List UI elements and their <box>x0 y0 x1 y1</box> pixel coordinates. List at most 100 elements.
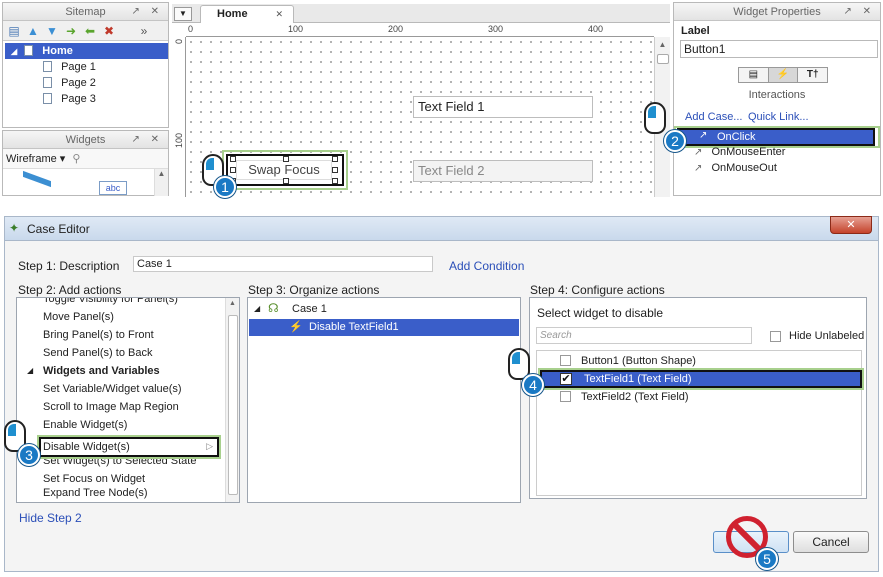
description-input[interactable]: Case 1 <box>133 256 433 272</box>
sitemap-home-label: Home <box>42 45 73 57</box>
callout-2: 2 <box>634 96 690 156</box>
callout-badge-2: 2 <box>664 130 686 152</box>
tab-dropdown-button[interactable]: ▼ <box>174 7 192 21</box>
outdent-icon[interactable]: ⬅ <box>83 24 97 38</box>
action-item[interactable]: Send Panel(s) to Back <box>43 347 152 359</box>
event-onclick[interactable]: ↗ OnClick <box>677 128 875 146</box>
chevron-down-icon[interactable]: » <box>137 24 151 38</box>
action-item[interactable]: Toggle Visibility for Panel(s) <box>43 298 178 305</box>
scroll-thumb[interactable] <box>227 315 238 495</box>
ruler-tick-label: 0 <box>188 24 194 34</box>
sitemap-page-label: Page 1 <box>61 61 96 73</box>
action-item[interactable]: Scroll to Image Map Region <box>43 401 179 413</box>
action-group[interactable]: Widgets and Variables <box>43 365 160 377</box>
widget-checkbox[interactable] <box>560 355 571 366</box>
action-disable-widget[interactable]: Disable Widget(s) ▷ <box>39 437 219 457</box>
library-dropdown[interactable]: Wireframe ▾ <box>6 153 65 165</box>
sitemap-toolbar: ▤ ▲ ▼ ➜ ⬅ ✖ » <box>3 21 168 41</box>
style-tab-icon[interactable]: T† <box>798 68 828 82</box>
actions-scrollbar[interactable]: ▲ <box>225 298 239 502</box>
quick-link[interactable]: Quick Link... <box>748 111 809 123</box>
ruler-tick-label: 0 <box>174 39 184 45</box>
action-item[interactable]: Enable Widget(s) <box>43 419 127 431</box>
ruler-tick-label: 300 <box>488 24 504 34</box>
selection-handle[interactable] <box>283 178 289 184</box>
selection-handle[interactable] <box>332 167 338 173</box>
indent-icon[interactable]: ➜ <box>64 24 78 38</box>
case-editor-titlebar: ✦ Case Editor ✕ <box>5 216 878 241</box>
cancel-button[interactable]: Cancel <box>793 531 869 553</box>
widget-thumbnail-image[interactable] <box>23 170 51 202</box>
step2-label: Step 2: Add actions <box>18 283 122 297</box>
properties-tab-icon[interactable]: ▤ <box>739 68 769 82</box>
event-onmouseout[interactable]: ↗ OnMouseOut <box>694 162 777 178</box>
widget-properties-title: Widget Properties <box>733 6 821 18</box>
selection-handle[interactable] <box>332 156 338 162</box>
widget-properties-controls[interactable]: ↗ ✕ <box>843 3 875 21</box>
collapse-arrow-icon[interactable]: ◢ <box>254 304 260 313</box>
widget-row-label: Button1 (Button Shape) <box>581 355 696 367</box>
collapse-arrow-icon[interactable]: ◢ <box>11 47 17 56</box>
swap-focus-button[interactable]: Swap Focus <box>226 154 344 186</box>
sitemap-item-home[interactable]: ◢ Home <box>5 43 168 59</box>
action-item[interactable]: Bring Panel(s) to Front <box>43 329 154 341</box>
page-icon <box>43 77 52 88</box>
add-case-link[interactable]: Add Case... <box>685 111 742 123</box>
widget-row-button1[interactable]: Button1 (Button Shape) <box>560 355 696 367</box>
widget-checkbox[interactable] <box>560 391 571 402</box>
interactions-tab-icon[interactable]: ⚡ <box>768 68 799 82</box>
close-icon[interactable]: ✕ <box>275 9 283 20</box>
action-item[interactable]: Set Focus on Widget <box>43 473 145 485</box>
selection-handle[interactable] <box>332 178 338 184</box>
action-item[interactable]: Expand Tree Node(s) <box>43 487 148 499</box>
search-icon[interactable]: ⚲ <box>72 153 80 165</box>
widget-row-textfield1[interactable]: ✔ TextField1 (Text Field) <box>540 370 862 388</box>
tab-home[interactable]: Home ✕ <box>200 5 294 24</box>
hide-step2-link[interactable]: Hide Step 2 <box>19 511 82 525</box>
organize-action-row[interactable]: ⚡ Disable TextField1 <box>249 319 519 336</box>
text-field-1[interactable]: Text Field 1 <box>413 96 593 118</box>
delete-page-icon[interactable]: ✖ <box>102 24 116 38</box>
widget-row-textfield2[interactable]: TextField2 (Text Field) <box>560 391 689 403</box>
widgets-panel: Widgets ↗ ✕ Wireframe ▾ ⚲ abc ▲ <box>2 130 169 202</box>
widget-row-label: TextField2 (Text Field) <box>581 391 689 403</box>
callout-5: 5 <box>722 516 784 574</box>
action-item[interactable]: Move Panel(s) <box>43 311 114 323</box>
checked-checkbox-icon[interactable]: ✔ <box>560 373 572 385</box>
callout-badge-5: 5 <box>756 548 778 570</box>
move-down-icon[interactable]: ▼ <box>45 24 59 38</box>
add-page-icon[interactable]: ▤ <box>7 24 21 38</box>
page-icon <box>43 61 52 72</box>
text-field-2[interactable]: Text Field 2 <box>413 160 593 182</box>
collapse-arrow-icon[interactable]: ◢ <box>27 366 33 375</box>
ruler-tick-label: 100 <box>174 133 184 149</box>
sitemap-title: Sitemap <box>65 6 106 18</box>
sitemap-item-page3[interactable]: Page 3 <box>3 91 168 107</box>
scroll-thumb[interactable] <box>656 54 669 64</box>
sitemap-item-page1[interactable]: Page 1 <box>3 59 168 75</box>
sitemap-page-label: Page 2 <box>61 77 96 89</box>
widgets-panel-controls[interactable]: ↗ ✕ <box>131 131 163 149</box>
selection-handle[interactable] <box>283 156 289 162</box>
widget-properties-panel: Widget Properties ↗ ✕ Label Button1 ▤ ⚡ … <box>673 2 881 196</box>
close-button[interactable]: ✕ <box>830 216 872 234</box>
event-icon: ↗ <box>694 147 703 158</box>
widgets-scrollbar[interactable]: ▲ <box>154 169 168 196</box>
event-onmouseenter[interactable]: ↗ OnMouseEnter <box>694 146 785 162</box>
callout-3: 3 <box>0 416 48 468</box>
case-tree-icon: ☊ <box>268 301 279 315</box>
add-condition-link[interactable]: Add Condition <box>449 259 524 273</box>
ruler-tick-label: 400 <box>588 24 604 34</box>
sitemap-panel-controls[interactable]: ↗ ✕ <box>131 3 163 21</box>
organize-case-label[interactable]: Case 1 <box>292 303 327 315</box>
swap-focus-label: Swap Focus <box>236 160 332 180</box>
label-input[interactable]: Button1 <box>680 40 878 58</box>
widget-thumbnail-text[interactable]: abc <box>99 181 127 195</box>
action-item[interactable]: Set Variable/Widget value(s) <box>43 383 182 395</box>
search-input[interactable]: Search <box>536 327 752 344</box>
hide-unlabeled-checkbox[interactable] <box>770 331 781 342</box>
step4-label: Step 4: Configure actions <box>530 283 665 297</box>
sitemap-item-page2[interactable]: Page 2 <box>3 75 168 91</box>
move-up-icon[interactable]: ▲ <box>26 24 40 38</box>
ruler-tick-label: 100 <box>288 24 304 34</box>
